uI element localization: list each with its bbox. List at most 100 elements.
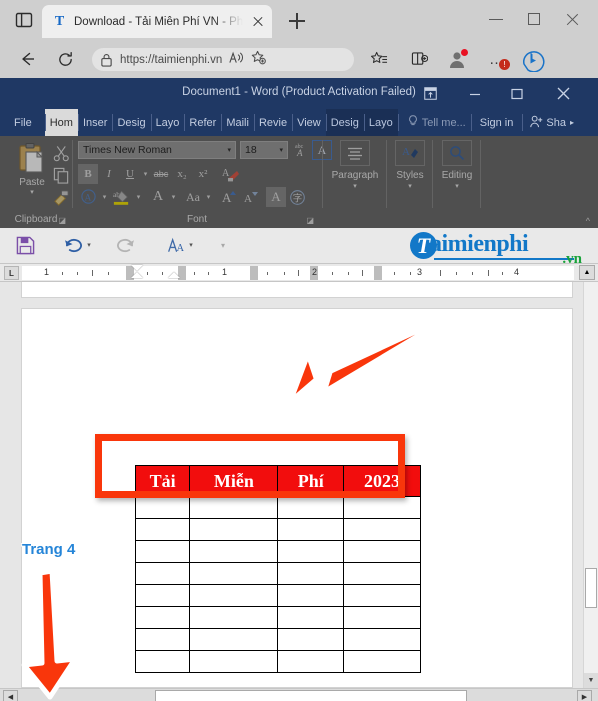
collections-icon[interactable] bbox=[366, 47, 392, 71]
chevron-down-icon[interactable]: ▾ bbox=[227, 146, 231, 154]
ribbon-group-paragraph[interactable]: Paragraph ▾ bbox=[324, 136, 386, 228]
share-button[interactable]: Sha bbox=[522, 109, 570, 136]
redo-button[interactable] bbox=[112, 233, 138, 257]
first-line-indent-marker[interactable] bbox=[131, 265, 143, 271]
horizontal-scrollbar-thumb[interactable] bbox=[155, 690, 467, 701]
ribbon-tab-references[interactable]: Refer bbox=[184, 109, 221, 136]
italic-button[interactable]: I bbox=[99, 164, 119, 184]
ribbon-tab-file[interactable]: File bbox=[0, 109, 45, 136]
table-row[interactable] bbox=[134, 496, 421, 519]
ruler-track[interactable]: 1 1 2 3 4 bbox=[22, 266, 574, 280]
paste-caret-icon[interactable]: ▾ bbox=[10, 188, 54, 196]
format-painter-button[interactable] bbox=[50, 186, 72, 208]
font-name-combo[interactable]: Times New Roman ▾ bbox=[78, 141, 236, 159]
strikethrough-button[interactable]: abc bbox=[151, 164, 171, 184]
table-row[interactable] bbox=[134, 650, 421, 673]
scroll-down-button[interactable]: ▼ bbox=[584, 673, 598, 688]
address-bar[interactable]: https://taimienphi.vn bbox=[92, 48, 354, 71]
tab-stop-selector[interactable]: L bbox=[4, 266, 19, 280]
paragraph-caret-icon[interactable]: ▾ bbox=[324, 182, 386, 190]
horizontal-scrollbar[interactable]: ◀ ▶ bbox=[0, 688, 598, 701]
clear-formatting-button[interactable]: A bbox=[220, 164, 242, 184]
customize-qat-icon[interactable]: ▾ bbox=[216, 233, 230, 257]
add-favorite-icon[interactable] bbox=[251, 50, 267, 70]
text-color-button[interactable]: A bbox=[78, 187, 99, 207]
highlight-button[interactable]: ab bbox=[110, 187, 133, 207]
back-arrow-icon[interactable] bbox=[14, 47, 40, 71]
character-shading-button[interactable]: A bbox=[266, 187, 286, 207]
phonetic-guide-button[interactable]: abc A bbox=[292, 141, 312, 159]
touch-mouse-mode-button[interactable]: A bbox=[162, 233, 188, 257]
browser-maximize-button[interactable] bbox=[522, 8, 546, 30]
horizontal-ruler[interactable]: L 1 1 2 3 4 ▲ bbox=[0, 264, 598, 282]
editing-caret-icon[interactable]: ▾ bbox=[434, 182, 480, 190]
copy-button[interactable] bbox=[50, 164, 72, 186]
underline-chevron-icon[interactable]: ▾ bbox=[141, 164, 150, 184]
superscript-button[interactable]: x² bbox=[193, 164, 213, 184]
text-color-chevron-icon[interactable]: ▾ bbox=[100, 187, 109, 207]
grow-font-button[interactable]: A bbox=[220, 187, 240, 207]
table-row[interactable] bbox=[134, 518, 421, 541]
undo-button[interactable] bbox=[60, 233, 86, 257]
ribbon-group-editing[interactable]: Editing ▾ bbox=[434, 136, 480, 228]
ribbon-group-styles[interactable]: A Styles ▾ bbox=[388, 136, 432, 228]
hscroll-right-button[interactable]: ▶ bbox=[577, 690, 592, 701]
profile-avatar-icon[interactable] bbox=[444, 47, 470, 71]
left-indent-marker[interactable] bbox=[168, 272, 180, 278]
scroll-up-button[interactable]: ▲ bbox=[579, 265, 595, 280]
subscript-button[interactable]: x₂ bbox=[172, 164, 192, 184]
ribbon-tab-table-design[interactable]: Desig bbox=[325, 109, 364, 136]
shrink-font-button[interactable]: A bbox=[241, 187, 261, 207]
bold-button[interactable]: B bbox=[78, 164, 98, 184]
chevron-down-icon[interactable]: ▾ bbox=[279, 146, 283, 154]
undo-chevron-icon[interactable]: ▾ bbox=[84, 233, 94, 257]
browser-tab[interactable]: T Download - Tải Miễn Phí VN - Ph bbox=[42, 5, 272, 38]
sign-in-button[interactable]: Sign in bbox=[470, 109, 523, 136]
table-row[interactable] bbox=[134, 606, 421, 629]
browser-more-menu[interactable]: … ! bbox=[484, 47, 510, 71]
split-screen-icon[interactable] bbox=[406, 47, 432, 71]
change-case-button[interactable]: Aa bbox=[183, 187, 203, 207]
tab-actions-icon[interactable] bbox=[12, 8, 36, 32]
touch-mode-chevron-icon[interactable]: ▾ bbox=[186, 233, 196, 257]
ribbon-display-options-icon[interactable] bbox=[417, 83, 443, 104]
new-tab-button[interactable] bbox=[286, 10, 308, 32]
vertical-scrollbar[interactable]: ▼ bbox=[583, 282, 598, 688]
text-effects-button[interactable]: A bbox=[148, 187, 168, 207]
vertical-scrollbar-thumb[interactable] bbox=[585, 568, 597, 608]
ribbon-tab-table-layout[interactable]: Layo bbox=[363, 109, 398, 136]
change-case-chevron-icon[interactable]: ▾ bbox=[204, 187, 213, 207]
ribbon-tab-view[interactable]: View bbox=[292, 109, 326, 136]
read-aloud-icon[interactable] bbox=[229, 51, 244, 69]
reload-icon[interactable] bbox=[52, 47, 78, 71]
font-dialog-launcher[interactable]: ◪ bbox=[306, 216, 314, 225]
asian-layout-button[interactable]: 字 bbox=[287, 187, 308, 207]
tab-close-icon[interactable] bbox=[250, 14, 266, 30]
word-close-button[interactable] bbox=[550, 83, 576, 104]
browser-close-button[interactable] bbox=[560, 8, 584, 30]
ribbon-overflow-icon[interactable]: ▸ bbox=[570, 109, 577, 136]
cut-button[interactable] bbox=[50, 142, 72, 164]
underline-button[interactable]: U bbox=[120, 164, 140, 184]
tell-me-search[interactable]: Tell me... bbox=[397, 109, 471, 136]
word-minimize-button[interactable] bbox=[462, 83, 488, 104]
ribbon-tab-layout[interactable]: Layo bbox=[150, 109, 185, 136]
table-row[interactable] bbox=[134, 540, 421, 563]
highlight-chevron-icon[interactable]: ▾ bbox=[134, 187, 143, 207]
hanging-indent-marker[interactable] bbox=[131, 272, 143, 278]
styles-caret-icon[interactable]: ▾ bbox=[388, 182, 432, 190]
ribbon-tab-home[interactable]: Hom bbox=[44, 109, 78, 136]
document-page-current[interactable]: Tải Miễn Phí 2023 bbox=[21, 308, 573, 688]
font-size-combo[interactable]: 18 ▾ bbox=[240, 141, 288, 159]
browser-minimize-button[interactable] bbox=[484, 8, 508, 30]
text-effects-chevron-icon[interactable]: ▾ bbox=[169, 187, 178, 207]
ribbon-tab-mailings[interactable]: Maili bbox=[221, 109, 254, 136]
ribbon-tab-design[interactable]: Desig bbox=[112, 109, 150, 136]
ribbon-tab-insert[interactable]: Inser bbox=[77, 109, 112, 136]
hscroll-left-button[interactable]: ◀ bbox=[3, 690, 18, 701]
paste-button[interactable]: Paste ▾ bbox=[10, 142, 54, 196]
word-maximize-button[interactable] bbox=[504, 83, 530, 104]
ribbon-tab-review[interactable]: Revie bbox=[253, 109, 292, 136]
table-row[interactable] bbox=[134, 562, 421, 585]
bing-copilot-icon[interactable] bbox=[520, 47, 546, 72]
